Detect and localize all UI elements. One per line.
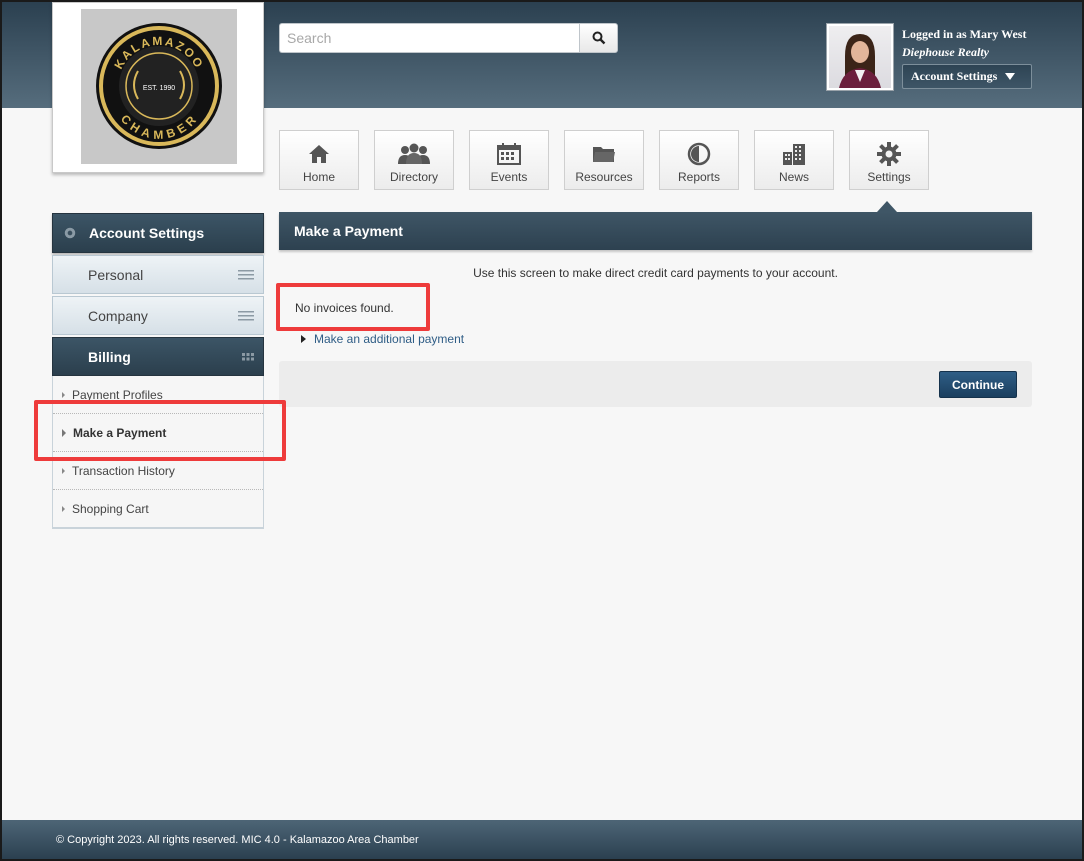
caret-down-icon xyxy=(1005,73,1016,80)
arrow-right-icon xyxy=(62,505,65,512)
submenu-payment-profiles[interactable]: Payment Profiles xyxy=(53,376,263,414)
nav-reports[interactable]: Reports xyxy=(659,130,739,190)
search-input[interactable] xyxy=(279,23,579,53)
submenu-shopping-cart[interactable]: Shopping Cart xyxy=(53,490,263,528)
user-portrait-icon xyxy=(839,34,881,88)
user-photo xyxy=(829,26,891,88)
account-settings-dropdown[interactable]: Account Settings xyxy=(902,64,1032,89)
chamber-seal-icon: KALAMAZOO CHAMBER EST. 1990 xyxy=(96,23,222,149)
continue-button[interactable]: Continue xyxy=(939,371,1017,398)
action-bar: Continue xyxy=(279,361,1032,407)
sidebar-header-label: Account Settings xyxy=(89,225,205,241)
user-info: Logged in as Mary West Diephouse Realty … xyxy=(902,26,1072,89)
sidebar-item-billing[interactable]: Billing xyxy=(52,337,264,376)
people-icon xyxy=(398,143,430,164)
sidebar-header: Account Settings xyxy=(52,213,264,253)
grid-icon xyxy=(242,352,254,360)
home-icon xyxy=(309,145,329,163)
gear-icon xyxy=(64,227,76,239)
folder-icon xyxy=(593,147,615,162)
intro-text: Use this screen to make direct credit ca… xyxy=(473,266,838,280)
arrow-right-icon xyxy=(62,428,66,437)
logged-in-text: Logged in as Mary West xyxy=(902,27,1027,41)
nav-settings-label: Settings xyxy=(867,170,911,184)
copyright-text: © Copyright 2023. All rights reserved. M… xyxy=(56,833,419,846)
submenu-label: Transaction History xyxy=(72,463,175,478)
submenu-transaction-history[interactable]: Transaction History xyxy=(53,452,263,490)
pie-chart-icon xyxy=(687,142,711,166)
sidebar: Account Settings Personal Company Billin… xyxy=(52,213,264,529)
nav-events-label: Events xyxy=(490,170,528,184)
main-nav: Home Directory Events Resources Reports … xyxy=(279,130,929,212)
nav-news[interactable]: News xyxy=(754,130,834,190)
nav-settings[interactable]: Settings xyxy=(849,130,929,212)
nav-directory-label: Directory xyxy=(389,170,438,184)
sidebar-item-personal[interactable]: Personal xyxy=(52,255,264,294)
menu-lines-icon xyxy=(238,310,254,320)
submenu-label: Make a Payment xyxy=(73,425,167,440)
nav-events[interactable]: Events xyxy=(469,130,549,190)
menu-lines-icon xyxy=(238,269,254,279)
nav-reports-label: Reports xyxy=(677,170,721,184)
sidebar-item-company[interactable]: Company xyxy=(52,296,264,335)
billing-submenu: Payment Profiles Make a Payment Transact… xyxy=(52,376,264,529)
chamber-logo[interactable]: KALAMAZOO CHAMBER EST. 1990 xyxy=(52,2,264,173)
sidebar-item-label: Company xyxy=(88,307,148,324)
submenu-make-a-payment[interactable]: Make a Payment xyxy=(53,414,263,452)
submenu-label: Payment Profiles xyxy=(72,387,163,402)
search-icon xyxy=(592,31,605,45)
sidebar-item-label: Personal xyxy=(88,266,144,283)
svg-text:EST. 1990: EST. 1990 xyxy=(143,85,175,92)
additional-payment-link[interactable]: Make an additional payment xyxy=(301,332,464,346)
calendar-icon xyxy=(497,143,521,165)
nav-home[interactable]: Home xyxy=(279,130,359,190)
arrow-right-icon xyxy=(62,391,65,398)
buildings-icon xyxy=(783,144,805,165)
logo-background: KALAMAZOO CHAMBER EST. 1990 xyxy=(81,9,237,164)
search-bar xyxy=(279,23,618,53)
nav-resources[interactable]: Resources xyxy=(564,130,644,190)
no-invoices-message: No invoices found. xyxy=(295,301,394,315)
account-settings-label: Account Settings xyxy=(911,69,998,83)
triangle-right-icon xyxy=(301,335,306,343)
arrow-right-icon xyxy=(62,467,65,474)
nav-news-label: News xyxy=(778,170,809,184)
nav-home-label: Home xyxy=(302,170,335,184)
nav-directory[interactable]: Directory xyxy=(374,130,454,190)
sidebar-item-label: Billing xyxy=(88,348,131,365)
footer: © Copyright 2023. All rights reserved. M… xyxy=(2,820,1082,859)
additional-payment-label: Make an additional payment xyxy=(314,332,465,346)
page-title: Make a Payment xyxy=(279,212,1032,250)
company-name: Diephouse Realty xyxy=(902,45,989,59)
submenu-label: Shopping Cart xyxy=(72,501,149,516)
avatar[interactable] xyxy=(826,23,894,91)
nav-resources-label: Resources xyxy=(575,170,633,184)
gear-icon xyxy=(877,142,901,166)
search-button[interactable] xyxy=(579,23,618,53)
